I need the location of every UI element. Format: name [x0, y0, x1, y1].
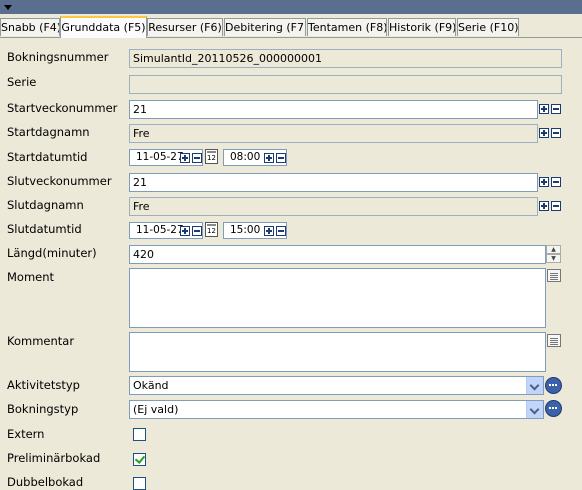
tab-snabb[interactable]: Snabb (F4)	[0, 18, 60, 36]
increment-icon[interactable]	[539, 177, 549, 187]
decrement-icon[interactable]	[551, 104, 561, 114]
more-options-icon[interactable]	[545, 377, 562, 394]
extern-label: Extern	[7, 427, 45, 441]
decrement-icon[interactable]	[276, 153, 286, 163]
increment-icon[interactable]	[264, 153, 274, 163]
kommentar-textarea[interactable]	[129, 332, 546, 372]
increment-icon[interactable]	[264, 226, 274, 236]
bokningstyp-value: (Ej vald)	[133, 403, 179, 416]
tab-historik[interactable]: Historik (F9)	[388, 18, 456, 36]
dubbelbokad-label: Dubbelbokad	[7, 475, 84, 489]
langd-stepper[interactable]: ▲ ▼	[546, 245, 561, 264]
decrement-icon[interactable]	[276, 226, 286, 236]
extern-checkbox[interactable]	[133, 428, 146, 441]
startveckonummer-field[interactable]: 21	[129, 100, 538, 119]
calendar-icon[interactable]: 12	[205, 222, 218, 237]
moment-textarea[interactable]	[129, 268, 546, 328]
note-icon[interactable]	[547, 334, 561, 347]
end-time-value: 15:00	[230, 224, 261, 236]
bokningsnummer-field[interactable]: SimulantId_20110526_000000001	[129, 49, 562, 68]
window-titlebar	[0, 0, 582, 14]
decrement-icon[interactable]	[192, 226, 202, 236]
decrement-icon[interactable]	[551, 201, 561, 211]
end-date-value: 11-05-27	[136, 224, 184, 236]
preliminarbokad-checkbox[interactable]	[133, 453, 146, 466]
startdagnamn-field[interactable]: Fre	[129, 124, 538, 143]
aktivitetstyp-label: Aktivitetstyp	[7, 378, 80, 392]
increment-icon[interactable]	[539, 104, 549, 114]
increment-icon[interactable]	[180, 153, 190, 163]
bokningstyp-select[interactable]: (Ej vald)	[129, 400, 544, 419]
startveckonummer-label: Startveckonummer	[7, 101, 118, 115]
increment-icon[interactable]	[539, 201, 549, 211]
spin-up-icon[interactable]: ▲	[546, 245, 561, 254]
spin-down-icon[interactable]: ▼	[546, 254, 561, 263]
preliminarbokad-label: Preliminärbokad	[7, 451, 101, 465]
kommentar-label: Kommentar	[7, 334, 75, 348]
slutveckonummer-field[interactable]: 21	[129, 173, 538, 192]
more-options-icon[interactable]	[545, 400, 562, 417]
tab-serie[interactable]: Serie (F10)	[457, 18, 519, 36]
langd-field[interactable]: 420	[129, 245, 546, 264]
increment-icon[interactable]	[539, 128, 549, 138]
chevron-down-icon[interactable]	[526, 401, 543, 418]
decrement-icon[interactable]	[551, 177, 561, 187]
decrement-icon[interactable]	[551, 128, 561, 138]
start-date-value: 11-05-27	[136, 151, 184, 163]
aktivitetstyp-value: Okänd	[133, 379, 169, 392]
bokningstyp-label: Bokningstyp	[7, 402, 79, 416]
startdatumtid-label: Startdatumtid	[7, 150, 88, 164]
start-time-value: 08:00	[230, 151, 261, 163]
note-icon[interactable]	[547, 269, 561, 282]
tab-resurser[interactable]: Resurser (F6)	[147, 18, 223, 36]
increment-icon[interactable]	[180, 226, 190, 236]
langd-label: Längd(minuter)	[7, 246, 97, 260]
serie-field[interactable]	[129, 75, 562, 94]
decrement-icon[interactable]	[192, 153, 202, 163]
calendar-icon[interactable]: 12	[205, 149, 218, 164]
tab-debitering[interactable]: Debitering (F7)	[224, 18, 306, 36]
tab-grunddata[interactable]: Grunddata (F5)	[60, 16, 147, 38]
moment-label: Moment	[7, 270, 55, 284]
startdagnamn-label: Startdagnamn	[7, 125, 90, 139]
bokningsnummer-label: Bokningsnummer	[7, 50, 109, 64]
aktivitetstyp-select[interactable]: Okänd	[129, 376, 544, 395]
slutdagnamn-field[interactable]: Fre	[129, 197, 538, 216]
serie-label: Serie	[7, 75, 37, 89]
chevron-down-icon[interactable]	[526, 377, 543, 394]
dropdown-arrow-icon[interactable]	[4, 5, 12, 10]
slutdatumtid-label: Slutdatumtid	[7, 222, 82, 236]
slutveckonummer-label: Slutveckonummer	[7, 174, 112, 188]
tab-tentamen[interactable]: Tentamen (F8)	[307, 18, 387, 36]
tab-bar: Snabb (F4) Grunddata (F5) Resurser (F6) …	[0, 16, 582, 38]
slutdagnamn-label: Slutdagnamn	[7, 198, 84, 212]
